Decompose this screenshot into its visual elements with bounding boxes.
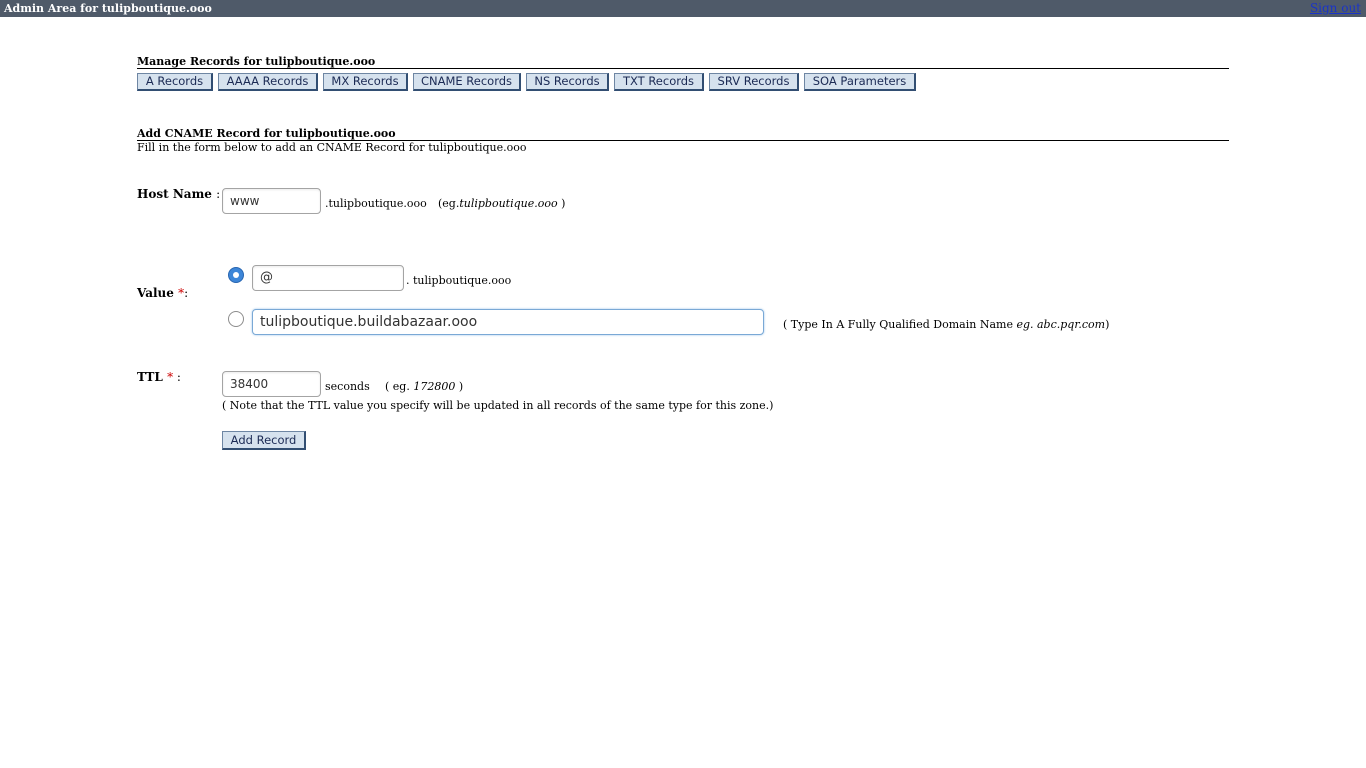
form-instructions: Fill in the form below to add an CNAME R…: [137, 141, 527, 154]
sign-out-link[interactable]: Sign out: [1310, 1, 1361, 15]
tab-aaaa-records[interactable]: AAAA Records: [218, 73, 318, 91]
host-example: (eg.tulipboutique.ooo ): [438, 197, 566, 210]
ttl-unit: seconds: [325, 380, 370, 393]
ttl-label: TTL * :: [137, 370, 181, 384]
add-record-button[interactable]: Add Record: [222, 431, 306, 450]
tab-soa-parameters[interactable]: SOA Parameters: [804, 73, 916, 91]
tab-txt-records[interactable]: TXT Records: [614, 73, 704, 91]
top-bar: Admin Area for tulipboutique.ooo Sign ou…: [0, 0, 1366, 17]
tab-srv-records[interactable]: SRV Records: [709, 73, 799, 91]
host-domain-suffix: .tulipboutique.ooo: [325, 197, 427, 210]
tab-ns-records[interactable]: NS Records: [526, 73, 609, 91]
tab-cname-records[interactable]: CNAME Records: [413, 73, 521, 91]
ttl-input[interactable]: 38400: [222, 371, 321, 397]
host-name-label: Host Name :: [137, 187, 221, 201]
ttl-note: ( Note that the TTL value you specify wi…: [222, 399, 774, 412]
admin-area-title: Admin Area for tulipboutique.ooo: [4, 2, 212, 15]
ttl-example: ( eg. 172800 ): [385, 380, 464, 393]
value-at-domain-suffix: . tulipboutique.ooo: [406, 274, 512, 287]
value-option-fqdn-radio[interactable]: [228, 311, 244, 327]
add-cname-title: Add CNAME Record for tulipboutique.ooo: [137, 127, 396, 140]
tab-mx-records[interactable]: MX Records: [323, 73, 408, 91]
divider: [137, 68, 1229, 69]
manage-records-title: Manage Records for tulipboutique.ooo: [137, 55, 376, 68]
fqdn-hint: ( Type In A Fully Qualified Domain Name …: [783, 318, 1110, 331]
value-label: Value *:: [137, 286, 189, 300]
value-at-input[interactable]: @: [252, 265, 404, 291]
value-option-at-radio[interactable]: [228, 267, 244, 283]
tab-a-records[interactable]: A Records: [137, 73, 213, 91]
value-fqdn-input[interactable]: tulipboutique.buildabazaar.ooo: [252, 309, 764, 335]
host-name-input[interactable]: www: [222, 188, 321, 214]
